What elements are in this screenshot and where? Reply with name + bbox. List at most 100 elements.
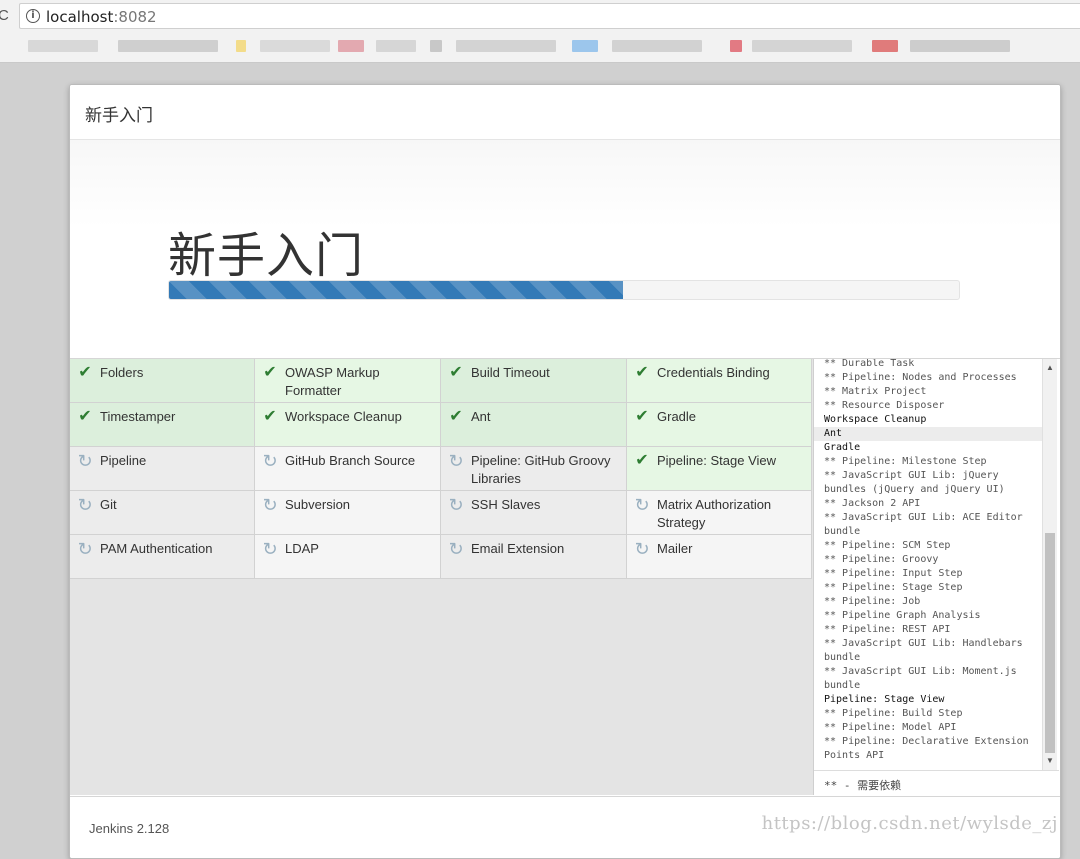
log-line: ** Pipeline: Nodes and Processes [824, 372, 1017, 383]
plugin-cell: ↻ PAM Authentication [70, 535, 255, 579]
refresh-icon: ↻ [262, 539, 278, 559]
plugin-cell: ✔ Gradle [627, 403, 812, 447]
bookmark-item[interactable] [572, 40, 598, 52]
bookmark-item[interactable] [376, 40, 416, 52]
bookmark-item[interactable] [28, 40, 98, 52]
plugin-name: Pipeline [100, 453, 147, 468]
install-log[interactable]: ** Durable Task ** Pipeline: Nodes and Pr… [814, 359, 1059, 771]
plugin-name: GitHub Branch Source [285, 453, 416, 468]
plugin-cell: ✔ OWASP Markup Formatter [255, 359, 441, 403]
refresh-icon: ↻ [262, 495, 278, 515]
plugin-name: Pipeline: GitHub Groovy Libraries [471, 453, 611, 486]
plugin-cell: ↻ Pipeline [70, 447, 255, 491]
browser-toolbar: C i localhost:8082 [0, 0, 1080, 63]
plugin-cell: ↻ LDAP [255, 535, 441, 579]
plugin-name: Git [100, 497, 117, 512]
refresh-icon: ↻ [77, 451, 93, 471]
plugin-cell: ↻ Email Extension [441, 535, 627, 579]
install-log-panel: ** Durable Task ** Pipeline: Nodes and Pr… [814, 359, 1059, 795]
log-line: ** Pipeline Graph Analysis [824, 610, 981, 621]
log-line: ** JavaScript GUI Lib: Moment.js bundle [824, 666, 1017, 691]
refresh-icon: ↻ [448, 451, 464, 471]
address-bar[interactable]: i localhost:8082 [19, 3, 1080, 29]
refresh-icon: ↻ [448, 539, 464, 559]
log-line: ** JavaScript GUI Lib: ACE Editor bundle [824, 512, 1023, 537]
plugin-cell: ✔ Credentials Binding [627, 359, 812, 403]
plugin-name: Mailer [657, 541, 693, 556]
bookmark-item[interactable] [730, 40, 742, 52]
url-port: :8082 [113, 8, 157, 26]
plugin-cell: ✔ Timestamper [70, 403, 255, 447]
setup-dialog: 新手入门 新手入门 ✔ Folders ✔ OWASP Markup Formatte… [69, 84, 1061, 859]
log-line: ** Pipeline: Declarative Extension Point… [824, 736, 1029, 761]
log-line: Pipeline: Stage View [824, 694, 945, 705]
refresh-icon: ↻ [634, 495, 650, 515]
log-line: ** JavaScript GUI Lib: Handlebars bundle [824, 638, 1023, 663]
bookmark-item[interactable] [260, 40, 330, 52]
plugin-name: Pipeline: Stage View [657, 453, 777, 468]
plugin-name: Build Timeout [471, 365, 550, 380]
plugin-name: LDAP [285, 541, 319, 556]
log-line: ** Pipeline: REST API [824, 624, 951, 635]
log-line: Workspace Cleanup [824, 414, 927, 425]
url-host: localhost [46, 8, 114, 26]
url-text: localhost:8082 [46, 8, 157, 26]
plugin-name: Matrix Authorization Strategy [657, 497, 772, 530]
scroll-down-icon[interactable]: ▼ [1043, 754, 1057, 768]
reload-icon[interactable]: C [0, 6, 10, 26]
hero-title: 新手入门 [168, 228, 365, 284]
bookmark-item[interactable] [752, 40, 852, 52]
plugin-cell: ↻ Git [70, 491, 255, 535]
plugin-cell: ✔ Workspace Cleanup [255, 403, 441, 447]
bookmark-item[interactable] [338, 40, 364, 52]
check-icon: ✔ [635, 452, 649, 469]
log-line: ** Pipeline: Build Step [824, 708, 963, 719]
refresh-icon: ↻ [634, 539, 650, 559]
scroll-up-icon[interactable]: ▲ [1043, 361, 1057, 375]
jenkins-version: Jenkins 2.128 [89, 821, 170, 836]
bookmark-item[interactable] [118, 40, 218, 52]
scroll-thumb[interactable] [1045, 533, 1055, 753]
plugin-grid: ✔ Folders ✔ OWASP Markup Formatter ✔ Build Ti… [70, 359, 812, 579]
plugin-cell: ✔ Pipeline: Stage View [627, 447, 812, 491]
bookmark-item[interactable] [872, 40, 898, 52]
plugin-name: OWASP Markup Formatter [285, 365, 380, 398]
plugin-name: Ant [471, 409, 491, 424]
bookmark-item[interactable] [456, 40, 556, 52]
dialog-footer: Jenkins 2.128 https://blog.csdn.net/wyls… [70, 796, 1060, 858]
check-icon: ✔ [263, 364, 277, 381]
bookmark-item[interactable] [430, 40, 442, 52]
check-icon: ✔ [78, 364, 92, 381]
plugin-cell: ✔ Ant [441, 403, 627, 447]
log-line: ** Durable Task [824, 359, 915, 369]
log-line: Ant [814, 427, 1043, 441]
check-icon: ✔ [263, 408, 277, 425]
plugin-cell: ↻ GitHub Branch Source [255, 447, 441, 491]
log-line: ** Pipeline: Groovy [824, 554, 939, 565]
check-icon: ✔ [635, 364, 649, 381]
plugin-cell: ↻ Subversion [255, 491, 441, 535]
check-icon: ✔ [449, 364, 463, 381]
bookmark-item[interactable] [910, 40, 1010, 52]
log-scrollbar[interactable]: ▲ ▼ [1042, 359, 1057, 770]
plugin-name: PAM Authentication [100, 541, 213, 556]
watermark: https://blog.csdn.net/wylsde_zj [761, 813, 1058, 834]
log-line: ** Jackson 2 API [824, 498, 921, 509]
log-line: ** Pipeline: Input Step [824, 568, 963, 579]
log-line: ** Pipeline: Stage Step [824, 582, 963, 593]
check-icon: ✔ [449, 408, 463, 425]
dialog-header: 新手入门 [70, 85, 1060, 140]
check-icon: ✔ [78, 408, 92, 425]
bookmark-item[interactable] [612, 40, 702, 52]
bookmark-item[interactable] [236, 40, 246, 52]
dialog-title: 新手入门 [85, 106, 153, 126]
plugin-cell: ✔ Build Timeout [441, 359, 627, 403]
plugin-name: Workspace Cleanup [285, 409, 402, 424]
info-icon[interactable]: i [26, 9, 40, 23]
install-progress-fill [169, 281, 624, 299]
plugin-cell: ↻ SSH Slaves [441, 491, 627, 535]
plugin-cell: ↻ Pipeline: GitHub Groovy Libraries [441, 447, 627, 491]
log-line: ** Matrix Project [824, 386, 927, 397]
plugin-cell: ↻ Mailer [627, 535, 812, 579]
refresh-icon: ↻ [262, 451, 278, 471]
